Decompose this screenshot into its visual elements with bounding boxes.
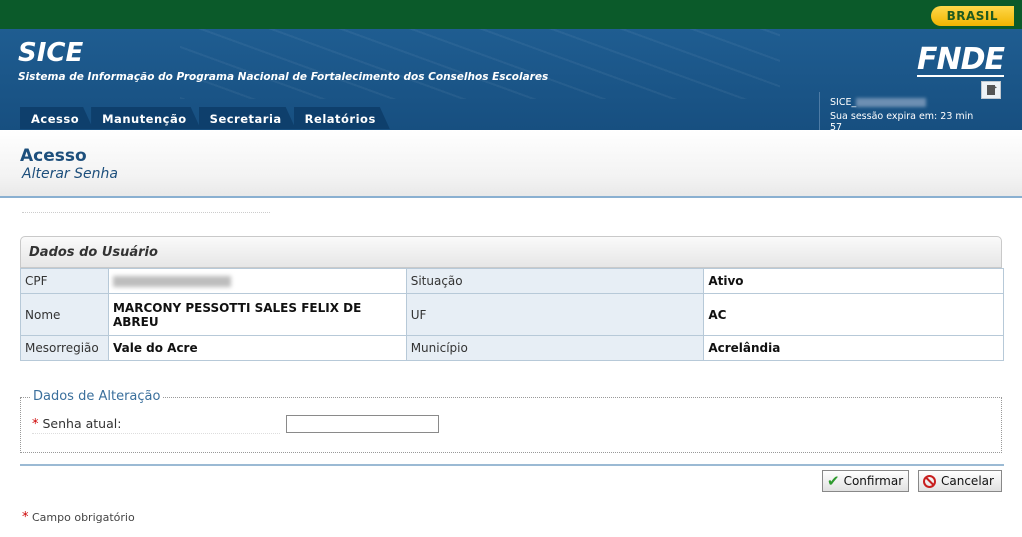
footnote-marker: * xyxy=(22,510,29,525)
nome-label: Nome xyxy=(20,293,109,336)
situacao-value: Ativo xyxy=(703,268,1004,294)
divider xyxy=(22,212,270,213)
header: SICE Sistema de Informação do Programa N… xyxy=(0,29,1022,130)
mesorregiao-label: Mesorregião xyxy=(20,335,109,361)
masked-cpf xyxy=(112,276,231,287)
municipio-label: Município xyxy=(405,335,705,361)
nav-manutencao[interactable]: Manutenção xyxy=(91,107,201,129)
logout-button[interactable] xyxy=(981,81,1001,99)
current-password-label-text: Senha atual: xyxy=(42,416,122,431)
uf-label: UF xyxy=(405,293,705,336)
confirm-button[interactable]: ✔ Confirmar xyxy=(822,470,909,492)
required-marker: * xyxy=(32,417,39,432)
cancel-button[interactable]: Cancelar xyxy=(918,470,1002,492)
change-legend: Dados de Alteração xyxy=(30,389,164,404)
title-area: Acesso Alterar Senha xyxy=(0,130,1022,198)
check-icon: ✔ xyxy=(827,472,840,490)
municipio-value: Acrelândia xyxy=(703,335,1004,361)
cancel-label: Cancelar xyxy=(941,474,994,488)
cpf-value xyxy=(107,268,407,294)
mesorregiao-value: Vale do Acre xyxy=(107,335,407,361)
current-password-input[interactable] xyxy=(286,415,439,433)
cpf-label: CPF xyxy=(20,268,109,294)
masked-user-id xyxy=(856,98,927,107)
user-panel-title: Dados do Usuário xyxy=(29,245,158,260)
session-user: SICE_ xyxy=(830,97,979,108)
current-password-label: * Senha atual: xyxy=(32,416,280,434)
logout-icon xyxy=(987,82,997,95)
separator xyxy=(20,464,1004,466)
session-expiry: Sua sessão expira em: 23 min 57 xyxy=(830,111,974,130)
fnde-logo: FNDE xyxy=(917,42,1005,77)
session-user-prefix: SICE_ xyxy=(830,97,857,108)
footnote-text: Campo obrigatório xyxy=(32,511,135,524)
nome-value: MARCONY PESSOTTI SALES FELIX DE ABREU xyxy=(107,293,407,336)
situacao-label: Situação xyxy=(405,268,705,294)
app-subtitle: Sistema de Informação do Programa Nacion… xyxy=(18,71,549,83)
session-info: SICE_ Sua sessão expira em: 23 min 57 xyxy=(819,92,979,130)
user-panel-header: Dados do Usuário xyxy=(20,236,1002,268)
table-row: Nome MARCONY PESSOTTI SALES FELIX DE ABR… xyxy=(20,293,1004,336)
nav-acesso[interactable]: Acesso xyxy=(20,107,93,129)
confirm-label: Confirmar xyxy=(843,474,904,488)
app-title[interactable]: SICE xyxy=(18,38,83,68)
brasil-link[interactable]: BRASIL xyxy=(930,6,1014,26)
required-footnote: * Campo obrigatório xyxy=(22,510,135,525)
cancel-icon xyxy=(923,474,936,488)
nav-secretaria[interactable]: Secretaria xyxy=(199,107,296,129)
gov-bar: BRASIL xyxy=(0,0,1022,29)
table-row: CPF Situação Ativo xyxy=(20,268,1004,294)
uf-value: AC xyxy=(703,293,1004,336)
table-row: Mesorregião Vale do Acre Município Acrel… xyxy=(20,335,1004,361)
main-nav: Acesso Manutenção Secretaria Relatórios xyxy=(20,107,388,129)
user-data-table: CPF Situação Ativo Nome MARCONY PESSOTTI… xyxy=(20,268,1004,361)
page-title: Acesso xyxy=(20,146,87,166)
nav-relatorios[interactable]: Relatórios xyxy=(294,107,390,129)
page-subtitle: Alterar Senha xyxy=(22,166,118,182)
